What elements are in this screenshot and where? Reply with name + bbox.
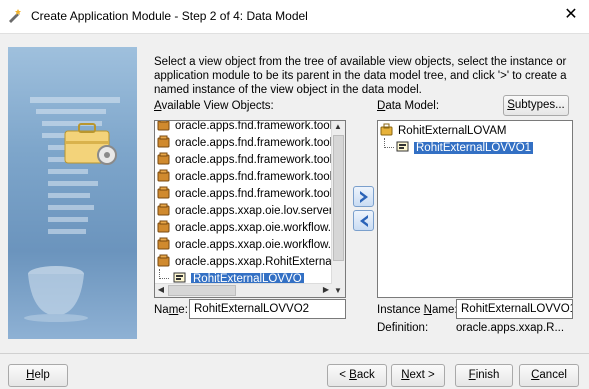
horizontal-scrollbar[interactable]: ◀ ▶ (155, 283, 332, 297)
package-icon (157, 135, 170, 148)
title-bar: Create Application Module - Step 2 of 4:… (0, 0, 589, 33)
briefcase-gear-icon (64, 123, 117, 165)
package-label: oracle.apps.fnd.framework.toolb (175, 154, 339, 166)
package-tree-row[interactable]: oracle.apps.fnd.framework.toolb (157, 169, 339, 186)
package-icon (157, 121, 170, 131)
package-tree-row[interactable]: oracle.apps.xxap.oie.workflow.a (157, 237, 337, 254)
close-icon[interactable]: ✕ (561, 5, 581, 25)
data-model-root-label: RohitExternalLOVAM (398, 125, 507, 137)
subtypes-button[interactable]: Subtypes... (503, 95, 569, 116)
view-object-icon (396, 141, 409, 152)
package-icon (157, 152, 170, 165)
chevron-left-icon (360, 215, 368, 227)
remove-from-data-model-button[interactable] (353, 210, 374, 231)
application-module-icon (380, 123, 393, 136)
package-icon (157, 237, 170, 250)
instance-name-input[interactable]: RohitExternalLOVVO1 (456, 299, 573, 319)
back-button[interactable]: < Back (327, 364, 387, 387)
package-icon (157, 169, 170, 182)
package-tree-row[interactable]: oracle.apps.fnd.framework.toolb (157, 120, 339, 135)
window-title: Create Application Module - Step 2 of 4:… (31, 9, 308, 23)
package-label: oracle.apps.fnd.framework.toolb (175, 137, 339, 149)
package-tree-row[interactable]: oracle.apps.xxap.RohitExternall (157, 254, 337, 271)
tree-connector (384, 138, 394, 148)
data-model-selected-instance[interactable]: RohitExternalLOVVO1 (414, 142, 534, 154)
data-model-label: Data Model: (377, 100, 440, 112)
coffee-cup-icon (24, 266, 88, 322)
scroll-left-icon[interactable]: ◀ (155, 284, 167, 296)
name-input[interactable]: RohitExternalLOVVO2 (189, 299, 346, 319)
horizontal-scroll-thumb[interactable] (168, 285, 236, 296)
vertical-scroll-thumb[interactable] (333, 135, 344, 261)
scroll-right-icon[interactable]: ▶ (320, 284, 332, 296)
package-label: oracle.apps.xxap.RohitExternall (175, 256, 337, 268)
available-view-objects-tree[interactable]: oracle.apps.fnd.framework.toolb oracle.ap… (154, 120, 346, 298)
data-model-child-row[interactable]: RohitExternalLOVVO1 (384, 138, 534, 157)
data-model-tree[interactable]: RohitExternalLOVAM RohitExternalLOVVO1 (377, 120, 573, 298)
package-tree-row[interactable]: oracle.apps.xxap.oie.workflow.a (157, 220, 337, 237)
tree-illustration-icon (30, 97, 120, 234)
next-button[interactable]: Next > (391, 364, 445, 387)
help-button[interactable]: Help (8, 364, 68, 387)
tree-connector (159, 269, 169, 279)
package-label: oracle.apps.fnd.framework.toolb (175, 120, 339, 132)
package-tree-row[interactable]: oracle.apps.fnd.framework.toolb (157, 186, 339, 203)
package-label: oracle.apps.xxap.oie.workflow.a (175, 222, 338, 234)
data-model-root-row[interactable]: RohitExternalLOVAM (380, 123, 506, 140)
scroll-down-icon[interactable]: ▼ (332, 285, 344, 297)
package-tree-row[interactable]: oracle.apps.fnd.framework.toolb (157, 152, 339, 169)
package-tree-row[interactable]: oracle.apps.xxap.oie.lov.server (157, 203, 333, 220)
name-label: Name: (154, 304, 188, 316)
dialog-body: Select a view object from the tree of av… (0, 33, 589, 389)
definition-value: oracle.apps.xxap.R... (456, 322, 565, 334)
package-icon (157, 220, 170, 233)
package-label: oracle.apps.fnd.framework.toolb (175, 188, 339, 200)
scroll-up-icon[interactable]: ▲ (332, 121, 344, 133)
package-icon (157, 186, 170, 199)
footer-divider (0, 353, 589, 354)
cancel-button[interactable]: Cancel (519, 364, 579, 387)
wizard-side-image (8, 47, 137, 339)
wizard-app-icon (9, 9, 21, 23)
available-view-objects-label: Available View Objects: (154, 100, 274, 112)
package-tree-row[interactable]: oracle.apps.fnd.framework.toolb (157, 135, 339, 152)
instructions-text: Select a view object from the tree of av… (154, 56, 567, 96)
chevron-right-icon (360, 191, 368, 203)
finish-button[interactable]: Finish (455, 364, 513, 387)
package-icon (157, 203, 170, 216)
package-icon (157, 254, 170, 267)
package-label: oracle.apps.fnd.framework.toolb (175, 171, 339, 183)
definition-label: Definition: (377, 322, 429, 334)
instance-name-label: Instance Name: (377, 304, 458, 316)
vertical-scrollbar[interactable]: ▲ ▼ (331, 121, 345, 297)
package-label: oracle.apps.xxap.oie.workflow.a (175, 239, 338, 251)
package-label: oracle.apps.xxap.oie.lov.server (175, 205, 333, 217)
add-to-data-model-button[interactable] (353, 186, 374, 207)
